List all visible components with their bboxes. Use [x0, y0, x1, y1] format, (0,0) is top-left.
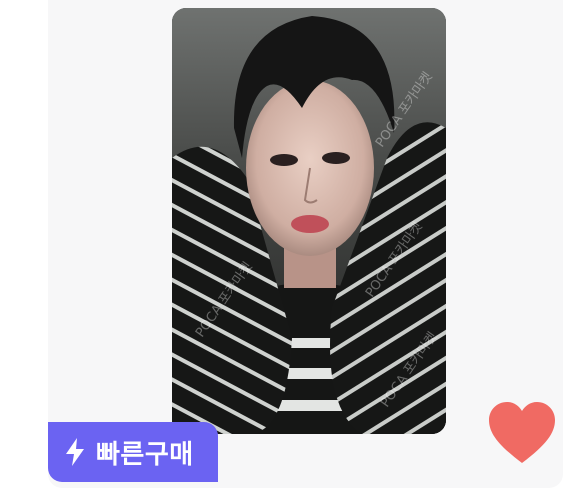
favorite-heart-icon[interactable]	[488, 401, 556, 465]
lightning-bolt-icon	[64, 437, 86, 467]
quick-buy-button[interactable]: 빠른구매	[48, 422, 218, 482]
quick-buy-label: 빠른구매	[96, 439, 194, 470]
product-card[interactable]: POCA 포카마켓 POCA 포카마켓 POCA 포카마켓 POCA 포카마켓 …	[48, 0, 563, 488]
photocard-image[interactable]: POCA 포카마켓 POCA 포카마켓 POCA 포카마켓 POCA 포카마켓	[172, 8, 446, 434]
